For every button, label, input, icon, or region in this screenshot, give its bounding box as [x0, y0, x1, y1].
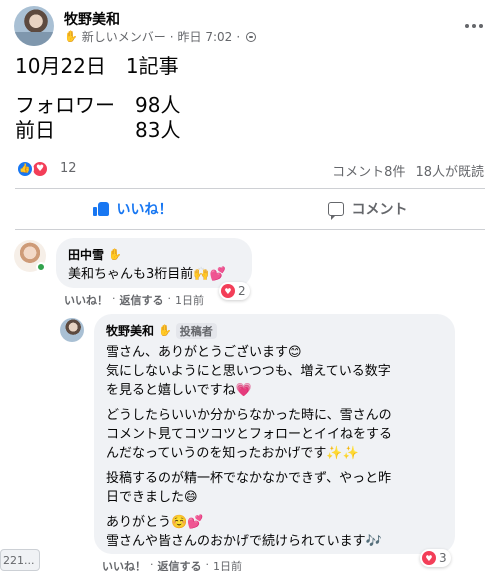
comment-line: ありがとう☺️💕	[106, 515, 204, 530]
comment-like-link[interactable]: いいね！	[102, 558, 146, 571]
divider	[15, 188, 485, 189]
post-actions: いいね！ コメント	[15, 192, 485, 226]
post-time[interactable]: 昨日 7:02	[178, 28, 233, 45]
comment-label: コメント	[351, 202, 408, 218]
comment-reactions[interactable]: ♥ 3	[420, 549, 451, 567]
comment-meta: いいね！ · 返信する · 1日前	[64, 292, 204, 308]
comment-paragraph: どうしたらいいか分からなかった時に、雪さんの コメント見てコツコツとフォローとイ…	[106, 406, 443, 463]
comment-line: どうしたらいいか分からなかった時に、雪さんの	[106, 408, 392, 423]
commenter-avatar[interactable]	[60, 318, 84, 342]
comment-bubble: 田中雪 ✋ 美和ちゃんも3桁目前🙌💕	[56, 238, 252, 288]
thumbs-up-icon	[92, 202, 109, 216]
meta-separator: ·	[236, 29, 241, 44]
commenter-name[interactable]: 田中雪 ✋	[68, 246, 240, 263]
wave-hand-icon: ✋	[108, 248, 122, 261]
reaction-count[interactable]: 12	[60, 161, 77, 176]
comment-meta: いいね！ · 返信する · 1日前	[102, 558, 242, 571]
commenter-name-text[interactable]: 牧野美和	[106, 322, 154, 339]
like-button[interactable]: いいね！	[15, 192, 250, 226]
comment-reaction-count: 3	[439, 551, 447, 565]
post-body: 10月22日 1記事 フォロワー 98人 前日 83人	[15, 54, 485, 143]
comment-reaction-count: 2	[238, 284, 246, 298]
engagement-stats: コメント8件 18人が既読	[332, 161, 484, 180]
reaction-summary: 👍 ♥ 12 コメント8件 18人が既読	[16, 158, 484, 180]
love-reaction-icon: ♥	[422, 551, 436, 565]
comment-line: を見ると嬉しいですね💗	[106, 383, 252, 398]
comment-paragraph: 投稿するのが精一杯でなかなかできず、やっと昨 日できました😄	[106, 469, 443, 507]
author-badge: 投稿者	[175, 322, 217, 339]
comment-line: んだなっていうのを知ったおかげです✨✨	[106, 446, 359, 461]
divider	[15, 229, 485, 230]
comment-bubble: 牧野美和 ✋ 投稿者 雪さん、ありがとうございます😊 気にしないようにと思いつつ…	[94, 314, 455, 554]
comment-reply-link[interactable]: 返信する	[120, 292, 164, 308]
comment-count[interactable]: コメント8件	[332, 161, 405, 180]
post-page: 牧野美和 ✋ 新しいメンバー · 昨日 7:02 · 10月22日 1記事 フォ…	[0, 0, 500, 571]
post-line: フォロワー 98人	[15, 93, 181, 117]
comment-icon	[327, 202, 344, 220]
comment-like-link[interactable]: いいね！	[64, 292, 108, 308]
comment-paragraph: ありがとう☺️💕 雪さんや皆さんのおかげで続けられています🎶	[106, 513, 443, 551]
online-status-icon	[36, 262, 46, 272]
more-options-button[interactable]	[462, 16, 486, 36]
love-reaction-icon: ♥	[221, 284, 235, 298]
post-line: 前日 83人	[15, 118, 181, 142]
author-name[interactable]: 牧野美和	[64, 9, 120, 29]
audience-icon	[246, 31, 257, 42]
comment-time[interactable]: 1日前	[213, 558, 242, 571]
comment-line: 日できました😄	[106, 490, 198, 505]
comment-reply-link[interactable]: 返信する	[158, 558, 202, 571]
wave-hand-icon: ✋	[158, 324, 172, 337]
commenter-name-text[interactable]: 田中雪	[68, 246, 104, 263]
seen-count[interactable]: 18人が既読	[415, 161, 484, 180]
author-meta: ✋ 新しいメンバー · 昨日 7:02 ·	[64, 28, 257, 45]
commenter-name: 牧野美和 ✋ 投稿者	[106, 322, 443, 339]
comment-button[interactable]: コメント	[250, 192, 485, 226]
wave-hand-icon: ✋	[64, 30, 78, 43]
author-avatar[interactable]	[14, 6, 54, 46]
comment-text: 雪さん、ありがとうございます😊 気にしないようにと思いつつも、増えている数字 を…	[106, 343, 443, 551]
comment-paragraph: 雪さん、ありがとうございます😊 気にしないようにと思いつつも、増えている数字 を…	[106, 343, 443, 400]
comment-line: 雪さん、ありがとうございます😊	[106, 345, 302, 360]
member-label: 新しいメンバー	[81, 30, 166, 44]
minimized-chat-chip[interactable]: 221...	[0, 549, 40, 571]
comment-line: コメント見てコツコツとフォローとイイねをする	[106, 427, 393, 442]
comment-text: 美和ちゃんも3桁目前🙌💕	[68, 267, 226, 282]
post-header: 牧野美和 ✋ 新しいメンバー · 昨日 7:02 ·	[14, 6, 486, 46]
comment-line: 雪さんや皆さんのおかげで続けられています🎶	[106, 534, 382, 549]
post-line: 10月22日 1記事	[15, 54, 179, 78]
reaction-icons[interactable]: 👍 ♥	[16, 160, 49, 178]
comment-reactions[interactable]: ♥ 2	[219, 282, 250, 300]
comment-line: 投稿するのが精一杯でなかなかできず、やっと昨	[106, 471, 392, 486]
comment-line: 気にしないようにと思いつつも、増えている数字	[106, 364, 391, 379]
dot-icon	[465, 24, 469, 28]
comment-time[interactable]: 1日前	[175, 292, 204, 308]
meta-separator: ·	[169, 29, 174, 44]
like-reaction-icon: 👍	[16, 160, 34, 178]
like-label: いいね！	[116, 202, 173, 218]
dot-icon	[472, 24, 476, 28]
dot-icon	[479, 24, 483, 28]
